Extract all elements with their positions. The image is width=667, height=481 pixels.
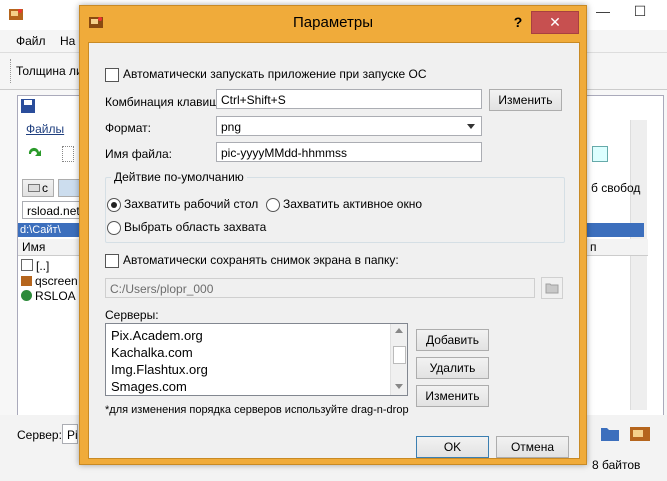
format-select[interactable]: png [216, 116, 482, 136]
open-folder-icon[interactable] [600, 424, 620, 442]
drag-drop-hint: *для изменения порядка серверов использу… [105, 404, 409, 416]
menu-file[interactable]: Файл [16, 34, 46, 48]
help-icon[interactable]: ? [510, 14, 526, 30]
scroll-up-icon[interactable] [395, 328, 403, 333]
settings-dialog: Параметры ? ✕ Автоматически запускать пр… [79, 5, 587, 465]
delete-server-button[interactable]: Удалить [416, 357, 489, 379]
folder-up-icon [21, 259, 33, 271]
edit-server-button[interactable]: Изменить [416, 385, 489, 407]
servers-items: Pix.Academ.org Kachalka.com Img.Flashtux… [108, 327, 388, 395]
free-space-label: б свобод [591, 181, 641, 195]
view-icon[interactable] [592, 146, 608, 162]
add-server-button[interactable]: Добавить [416, 329, 489, 351]
maximize-icon[interactable]: ☐ [622, 0, 658, 22]
ok-button[interactable]: OK [416, 436, 489, 458]
servers-list[interactable]: Pix.Academ.org Kachalka.com Img.Flashtux… [105, 323, 408, 396]
list-item[interactable]: Img.Flashtux.org [108, 361, 388, 378]
list-item[interactable]: Pix.Academ.org [108, 327, 388, 344]
autostart-label: Автоматически запускать приложение при з… [123, 67, 427, 81]
chevron-down-icon [467, 124, 475, 129]
server-select[interactable]: Pi [62, 424, 78, 444]
browse-folder-button[interactable] [541, 277, 563, 299]
autosave-label: Автоматически сохранять снимок экрана в … [123, 253, 399, 267]
drive-d-button[interactable] [58, 179, 80, 197]
autosave-path-field[interactable]: C:/Users/plopr_000 [105, 278, 535, 298]
file-list: [..] qscreen RSLOA [21, 259, 81, 304]
line-width-label: Толщина ли [16, 64, 83, 78]
list-item[interactable]: Kachalka.com [108, 344, 388, 361]
drive-c-button[interactable]: с [22, 179, 54, 197]
globe-icon [21, 290, 32, 301]
radio-area-label: Выбрать область захвата [124, 220, 267, 234]
address-bar[interactable]: rsload.net. [22, 201, 80, 219]
dialog-titlebar: Параметры ? ✕ [80, 6, 586, 42]
hotkey-label: Комбинация клавиш: [105, 95, 223, 109]
save-icon[interactable] [21, 99, 35, 113]
radio-desktop-label: Захватить рабочий стол [124, 197, 259, 211]
app-icon [9, 9, 23, 20]
folder-icon [545, 283, 559, 294]
list-item[interactable]: qscreen [21, 274, 81, 289]
toolbar-grip [10, 59, 13, 83]
toolbar-item-icon[interactable] [62, 146, 74, 162]
menu-second[interactable]: На [60, 34, 75, 48]
column-header-right[interactable]: п [586, 239, 648, 256]
path-bar-right [586, 223, 644, 237]
cancel-button[interactable]: Отмена [496, 436, 569, 458]
list-item[interactable]: Smages.com [108, 378, 388, 395]
path-label: d:\Сайт\ [20, 224, 61, 236]
radio-window[interactable] [266, 198, 280, 212]
filename-label: Имя файла: [105, 147, 172, 161]
minimize-icon[interactable]: — [585, 0, 621, 22]
path-bar: d:\Сайт\ [18, 223, 82, 237]
list-item[interactable]: [..] [21, 259, 81, 274]
filename-field[interactable]: pic-yyyyMMdd-hhmmss [216, 142, 482, 162]
radio-area[interactable] [107, 221, 121, 235]
refresh-icon[interactable] [26, 146, 42, 162]
bytes-label: 8 байтов [592, 458, 641, 472]
scroll-thumb[interactable] [393, 346, 406, 364]
radio-desktop[interactable] [107, 198, 121, 212]
upload-icon[interactable] [629, 424, 651, 442]
inner-menu-files[interactable]: Файлы [26, 122, 64, 136]
close-icon[interactable]: ✕ [531, 11, 579, 34]
list-item[interactable]: RSLOA [21, 289, 81, 304]
autostart-checkbox[interactable] [105, 68, 119, 82]
radio-window-label: Захватить активное окно [283, 197, 423, 211]
app-file-icon [21, 276, 32, 286]
hotkey-field[interactable]: Ctrl+Shift+S [216, 89, 482, 109]
format-value: png [221, 120, 242, 134]
dialog-body: Автоматически запускать приложение при з… [88, 42, 580, 459]
inner-scrollbar[interactable] [630, 120, 647, 410]
default-action-title: Дейтвие по-умолчанию [111, 170, 247, 184]
format-label: Формат: [105, 121, 151, 135]
column-header-name[interactable]: Имя [18, 239, 84, 256]
scroll-down-icon[interactable] [395, 384, 403, 389]
servers-label: Серверы: [105, 308, 159, 322]
autosave-checkbox[interactable] [105, 254, 119, 268]
server-label: Сервер: [17, 428, 62, 442]
drive-icon [28, 184, 40, 192]
hotkey-change-button[interactable]: Изменить [489, 89, 562, 111]
servers-scrollbar[interactable] [390, 324, 407, 395]
